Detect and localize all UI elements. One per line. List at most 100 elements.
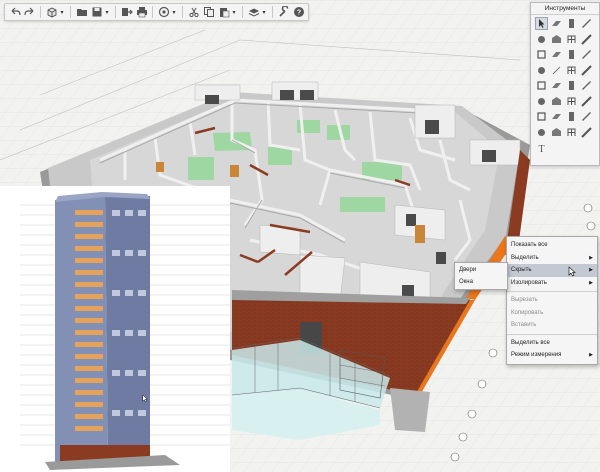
tool-pencil[interactable] xyxy=(580,33,593,46)
context-menu-item[interactable]: Показать все xyxy=(507,239,597,252)
view-3d-button[interactable] xyxy=(45,6,58,19)
dropdown-caret-icon[interactable]: ▾ xyxy=(104,9,110,16)
redo-icon xyxy=(23,7,33,16)
tool-fill[interactable] xyxy=(580,64,593,77)
dropdown-caret-icon[interactable]: ▾ xyxy=(171,9,177,16)
tool-roof[interactable] xyxy=(535,48,548,61)
pencil-icon xyxy=(581,33,592,45)
menu-item-label: Скрыть xyxy=(511,267,532,273)
context-menu-item[interactable]: Выделить все xyxy=(507,337,597,350)
tool-skylight[interactable] xyxy=(580,95,593,108)
tool-wall[interactable] xyxy=(565,17,578,30)
tool-door[interactable] xyxy=(580,17,593,30)
dropdown-caret-icon[interactable]: ▾ xyxy=(231,9,237,16)
line-icon xyxy=(552,66,561,74)
tool-worksheet[interactable] xyxy=(565,126,578,139)
copy-button[interactable] xyxy=(202,6,215,19)
toolbar-separator xyxy=(115,6,116,18)
tool-eraser[interactable] xyxy=(550,48,563,61)
tool-object[interactable] xyxy=(580,79,593,92)
export-button[interactable] xyxy=(120,6,133,19)
tool-rotate-select[interactable] xyxy=(550,17,563,30)
select-arrow-icon xyxy=(539,19,545,28)
tool-window[interactable] xyxy=(565,48,578,61)
door-icon xyxy=(582,19,591,28)
stair-icon xyxy=(538,66,545,74)
main-toolbar: ▾ ▾ ▾ ▾ ▾? xyxy=(4,3,309,21)
toolbar-separator xyxy=(242,6,243,18)
tool-shell[interactable] xyxy=(550,79,563,92)
toolbar-separator xyxy=(272,6,273,18)
tool-column[interactable] xyxy=(565,33,578,46)
navigation-button[interactable] xyxy=(157,6,170,19)
menu-item-label: Режим измерения xyxy=(511,352,562,358)
tool-section[interactable] xyxy=(565,110,578,123)
print-button[interactable] xyxy=(135,6,148,19)
undo-button[interactable] xyxy=(8,6,21,19)
save-button[interactable] xyxy=(90,6,103,19)
paste-icon xyxy=(219,8,229,18)
open-folder-icon xyxy=(76,9,87,16)
camera-icon xyxy=(538,128,545,136)
help-button[interactable]: ? xyxy=(292,6,305,19)
submenu-arrow-icon: ▶ xyxy=(589,254,593,261)
tool-label[interactable] xyxy=(535,110,548,123)
dropdown-caret-icon[interactable]: ▾ xyxy=(59,9,65,16)
svg-text:?: ? xyxy=(296,10,300,17)
beam-icon xyxy=(552,34,561,43)
paste-button[interactable] xyxy=(217,6,230,19)
submenu-item[interactable]: Окна xyxy=(455,276,507,288)
tool-text[interactable]: T xyxy=(535,141,548,154)
settings-wrench-button[interactable] xyxy=(277,6,290,19)
toolbar-separator xyxy=(40,6,41,18)
shell-icon xyxy=(552,83,561,88)
open-folder-button[interactable] xyxy=(75,6,88,19)
submenu-arrow-icon: ▶ xyxy=(589,267,593,273)
tool-dimension[interactable] xyxy=(550,110,563,123)
menu-item-label: Выделить xyxy=(511,254,539,261)
context-menu-item[interactable]: Режим измерения ▶ xyxy=(507,349,597,362)
menu-item-label: Вырезать xyxy=(511,297,538,303)
context-menu-item[interactable]: Скрыть ▶ xyxy=(507,264,597,277)
context-menu-item[interactable]: Выделить ▶ xyxy=(507,252,597,265)
text-icon: T xyxy=(538,144,544,153)
tool-mesh[interactable] xyxy=(550,95,563,108)
tool-railing[interactable] xyxy=(535,79,548,92)
context-menu-item[interactable]: Изолировать ▶ xyxy=(507,277,597,290)
tool-brush[interactable] xyxy=(580,48,593,61)
figure-icon xyxy=(581,126,592,138)
menu-item-label: Показать все xyxy=(511,242,548,248)
tool-detail[interactable] xyxy=(550,126,563,139)
zone-icon xyxy=(538,97,545,105)
layers-button[interactable] xyxy=(247,6,260,19)
elevation-icon xyxy=(582,112,591,121)
navigation-icon xyxy=(158,6,169,18)
section-icon xyxy=(569,112,574,121)
svg-text:T: T xyxy=(538,144,544,153)
cut-button[interactable] xyxy=(187,6,200,19)
tool-stair[interactable] xyxy=(535,64,548,77)
menu-item-label: Изолировать xyxy=(511,279,547,286)
menu-separator xyxy=(507,291,597,292)
tool-lamp[interactable] xyxy=(565,64,578,77)
tool-figure[interactable] xyxy=(580,126,593,139)
tool-morph[interactable] xyxy=(565,79,578,92)
tool-slab[interactable] xyxy=(535,33,548,46)
tool-beam[interactable] xyxy=(550,33,563,46)
window-icon xyxy=(569,50,574,59)
detail-icon xyxy=(552,127,561,136)
tool-curtain-wall[interactable] xyxy=(565,95,578,108)
tool-camera[interactable] xyxy=(535,126,548,139)
toolbar-separator xyxy=(152,6,153,18)
tool-select-arrow[interactable] xyxy=(535,17,548,30)
column-icon xyxy=(567,35,576,43)
redo-button[interactable] xyxy=(23,6,36,19)
dropdown-caret-icon[interactable]: ▾ xyxy=(261,9,267,16)
tool-line[interactable] xyxy=(550,64,563,77)
mouse-cursor-icon xyxy=(568,266,576,277)
menu-item-label: Копировать xyxy=(511,309,544,316)
submenu-item[interactable]: Двери xyxy=(455,264,507,276)
tool-zone[interactable] xyxy=(535,95,548,108)
tool-elevation[interactable] xyxy=(580,110,593,123)
menu-item-label: Выделить все xyxy=(511,339,550,346)
